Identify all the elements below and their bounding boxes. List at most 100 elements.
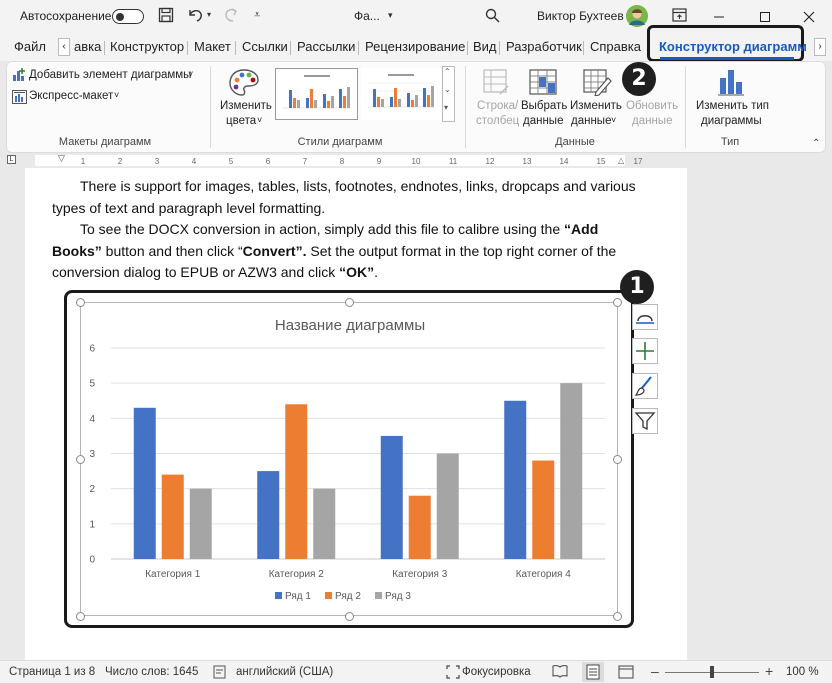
chart-bar <box>285 404 308 559</box>
legend-swatch <box>275 592 282 599</box>
svg-text:14: 14 <box>560 157 569 166</box>
avatar[interactable] <box>626 5 648 30</box>
change-chart-type-button[interactable]: Изменить тип <box>696 100 769 112</box>
focus-mode-icon[interactable] <box>446 665 460 682</box>
tab-review[interactable]: Рецензирование <box>361 33 469 61</box>
edit-data-button[interactable]: Изменить <box>570 100 622 112</box>
tab-layout[interactable]: Макет <box>190 33 235 61</box>
scroll-up-icon[interactable]: ⌃ <box>444 67 451 76</box>
add-chart-element-button[interactable]: Добавить элемент диаграммы <box>29 69 191 81</box>
legend-label: Ряд 1 <box>285 591 311 602</box>
undo-dropdown-icon[interactable]: ▾ <box>207 10 211 19</box>
tabs-scroll-right-icon[interactable]: › <box>814 38 826 56</box>
undo-icon[interactable] <box>186 7 204 26</box>
resize-handle-top-left[interactable] <box>76 298 85 307</box>
redo-icon <box>222 7 240 26</box>
select-data-button[interactable]: Выбрать <box>521 100 567 112</box>
chart-area[interactable]: Название диаграммы 0 1 2 3 4 5 6 Категория 1 Кате… <box>80 302 618 616</box>
read-mode-icon[interactable] <box>552 664 568 681</box>
edit-data-label: данные <box>571 115 612 127</box>
web-layout-icon[interactable] <box>618 665 634 682</box>
chart-bar <box>380 435 403 559</box>
chart-bar <box>532 460 555 559</box>
resize-handle-top[interactable] <box>345 298 354 307</box>
tab-design[interactable]: Конструктор <box>106 33 188 61</box>
quick-layout-button[interactable]: Экспресс-макет <box>29 90 113 102</box>
paragraph-2[interactable]: To see the DOCX conversion in action, si… <box>52 219 637 284</box>
zoom-level[interactable]: 100 % <box>786 666 819 678</box>
doc-dropdown-icon[interactable]: ▾ <box>388 10 393 21</box>
focus-mode-button[interactable]: Фокусировка <box>462 666 531 678</box>
customize-toolbar-icon[interactable]: ⩡ <box>254 9 260 22</box>
tab-separator <box>290 41 291 55</box>
y-tick-label: 3 <box>89 449 95 460</box>
autosave-toggle[interactable] <box>112 9 144 24</box>
resize-handle-bottom[interactable] <box>345 612 354 621</box>
print-layout-icon <box>586 664 600 683</box>
vertical-ruler <box>5 168 19 658</box>
save-icon[interactable] <box>158 7 174 27</box>
svg-text:3: 3 <box>155 157 160 166</box>
tab-selector-icon[interactable]: L <box>7 155 16 164</box>
tab-references[interactable]: Ссылки <box>238 33 292 61</box>
word-count[interactable]: Число слов: 1645 <box>105 666 198 678</box>
chevron-down-icon[interactable]: ˅ <box>188 69 193 79</box>
resize-handle-top-right[interactable] <box>613 298 622 307</box>
svg-text:1: 1 <box>81 157 86 166</box>
tab-mailings[interactable]: Рассылки <box>293 33 359 61</box>
tab-view[interactable]: Вид <box>469 33 501 61</box>
chart-elements-plus-icon[interactable] <box>632 338 658 364</box>
ribbon-display-icon[interactable] <box>672 8 687 25</box>
legend-label: Ряд 2 <box>335 591 361 602</box>
chart-bar <box>560 383 583 559</box>
chevron-down-icon[interactable]: ˅ <box>257 115 262 125</box>
chart-style-2[interactable] <box>361 68 441 120</box>
search-icon[interactable] <box>485 8 500 26</box>
autosave-label: Автосохранение <box>20 9 112 23</box>
tab-edit[interactable]: авка <box>70 33 105 61</box>
resize-handle-left[interactable] <box>76 455 85 464</box>
change-colors-button[interactable]: Изменить <box>220 100 272 112</box>
zoom-in-icon[interactable]: + <box>765 663 773 679</box>
chart-bar <box>436 453 459 559</box>
chart-styles-brush-icon[interactable] <box>632 373 658 399</box>
palette-icon <box>228 68 260 101</box>
proofing-icon[interactable] <box>213 665 227 682</box>
paragraph-1[interactable]: There is support for images, tables, lis… <box>52 176 637 219</box>
x-tick-label: Категория 3 <box>392 569 448 580</box>
tab-separator <box>187 41 188 55</box>
chart-bar <box>189 488 212 559</box>
resize-handle-bottom-right[interactable] <box>613 612 622 621</box>
resize-handle-bottom-left[interactable] <box>76 612 85 621</box>
user-name[interactable]: Виктор Бухтеев <box>537 9 624 23</box>
gallery-more-icon[interactable]: ▾ <box>444 103 448 112</box>
layout-options-icon[interactable] <box>632 304 658 330</box>
right-indent-marker-icon[interactable]: △ <box>618 156 624 165</box>
resize-handle-right[interactable] <box>613 455 622 464</box>
zoom-out-icon[interactable]: – <box>651 663 659 679</box>
page-count[interactable]: Страница 1 из 8 <box>9 666 95 678</box>
collapse-ribbon-icon[interactable]: ⌃ <box>812 138 820 149</box>
indent-marker-icon[interactable]: ▽ <box>58 153 65 164</box>
svg-text:11: 11 <box>449 157 458 166</box>
chart-style-1[interactable] <box>275 68 358 120</box>
document-name[interactable]: Фа... <box>354 9 380 23</box>
scroll-down-icon[interactable]: ⌄ <box>444 85 451 94</box>
tabs-scroll-left-icon[interactable]: ‹ <box>58 38 70 56</box>
svg-text:12: 12 <box>486 157 495 166</box>
tab-help[interactable]: Справка <box>586 33 645 61</box>
tab-developer[interactable]: Разработчик <box>502 33 586 61</box>
chart-filter-icon[interactable] <box>632 408 658 434</box>
tab-file[interactable]: Файл <box>10 33 50 61</box>
edit-data-icon <box>582 68 612 99</box>
styles-gallery-scroll[interactable]: ⌃ ⌄ ▾ <box>442 66 455 122</box>
language-indicator[interactable]: английский (США) <box>236 666 333 678</box>
chevron-down-icon[interactable]: ˅ <box>114 90 119 100</box>
refresh-data-button: Обновить <box>626 100 679 112</box>
chart-bar <box>408 495 431 559</box>
tab-separator <box>358 41 359 55</box>
chevron-down-icon[interactable]: ˅ <box>611 115 616 125</box>
group-separator <box>210 66 211 148</box>
tab-separator <box>235 41 236 55</box>
zoom-slider-thumb[interactable] <box>710 666 714 678</box>
